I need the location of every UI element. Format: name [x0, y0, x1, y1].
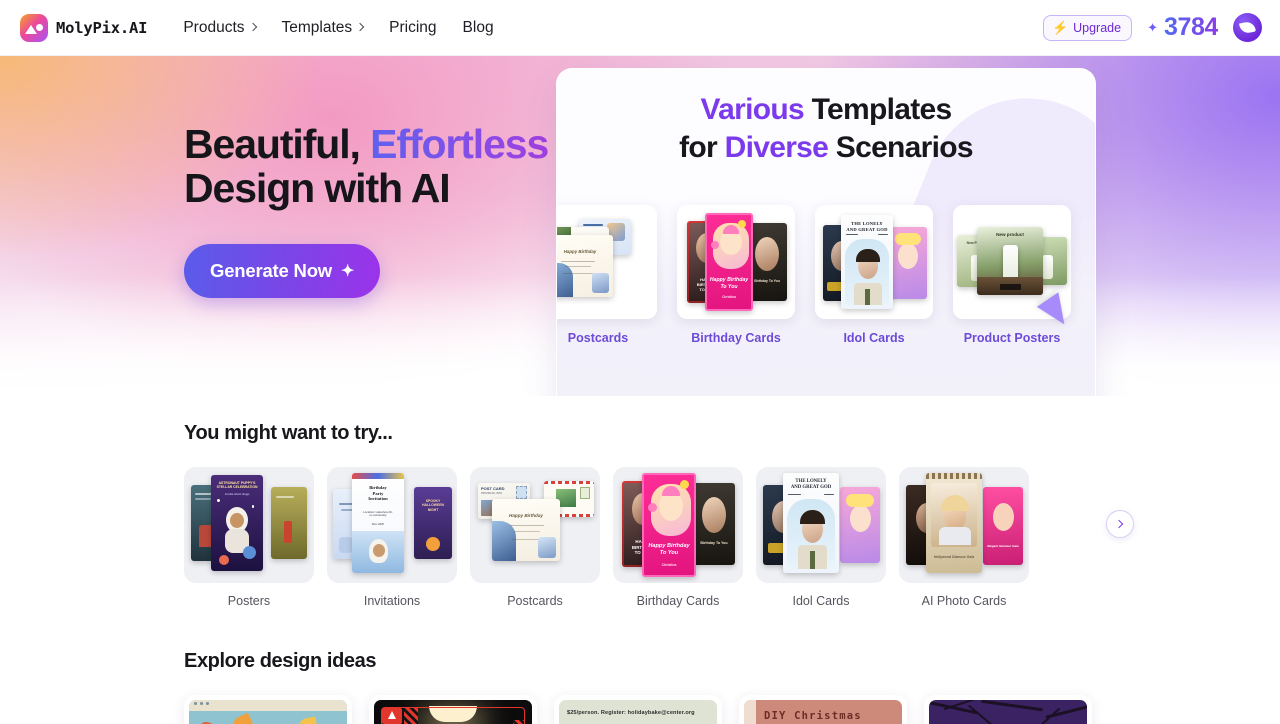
hero-title-part1: Beautiful,: [184, 121, 361, 167]
explore-card-dark-tech[interactable]: [369, 695, 537, 724]
brand-name: MolyPix.AI: [56, 18, 148, 37]
explore-section: Explore design ideas $25/person. Registe…: [184, 650, 1184, 724]
showcase-title-p1: Templates: [811, 93, 953, 126]
showcase-title-hl1: Various: [700, 93, 812, 126]
try-item-label: Posters: [227, 594, 271, 608]
nav-label: Templates: [281, 18, 353, 36]
showcase-title-p3: Scenarios: [835, 131, 974, 165]
cta-label: Generate Now: [210, 259, 332, 281]
user-avatar-icon[interactable]: [1233, 13, 1262, 42]
explore-card-holiday-bake[interactable]: $25/person. Register: holidaybake@center…: [554, 695, 722, 724]
hero-title-part2: Design with AI: [184, 165, 451, 212]
page-root: MolyPix.AI Products Templates Pricing Bl…: [0, 0, 1280, 724]
showcase-card-label: Postcards: [567, 331, 629, 345]
try-section-title: You might want to try...: [184, 422, 393, 444]
image-gallery-icon: [20, 13, 48, 42]
hero-copy: Beautiful, Effortless Design with AI Gen…: [184, 122, 564, 298]
showcase-title-p2: for: [679, 131, 725, 165]
template-thumbnail[interactable]: Happy Birthday: [557, 205, 657, 319]
generate-now-button[interactable]: Generate Now ✦: [184, 243, 381, 298]
hero-title-highlight: Effortless: [359, 121, 549, 167]
showcase-card-postcards[interactable]: Happy Birthday Postcards: [557, 205, 657, 345]
try-item-idol[interactable]: THE LONELY AND GREAT GOD Idol Cards: [756, 467, 886, 608]
nav-item-pricing[interactable]: Pricing: [389, 19, 436, 37]
template-thumbnail[interactable]: POST CARD PROVINCIAL INFO Happy Birthday: [470, 467, 600, 583]
card-artwork: DIY Christmas Tree Ornament: [744, 700, 902, 724]
site-header: MolyPix.AI Products Templates Pricing Bl…: [0, 0, 1280, 56]
card-artwork: [929, 700, 1087, 724]
template-thumbnail[interactable]: HAPPYBIRTHDAYTO YOU Birthday To You Happ…: [613, 467, 743, 583]
try-item-label: Idol Cards: [792, 594, 850, 608]
explore-card-christmas[interactable]: DIY Christmas Tree Ornament: [739, 695, 907, 724]
header-actions: ⚡ Upgrade ✦ 3784: [1042, 13, 1262, 42]
template-thumbnail[interactable]: THE LONELY AND GREAT GOD: [756, 467, 886, 583]
showcase-card-birthday[interactable]: HAPPYBIRTHDAYTO YOU Birthday To You Happ…: [677, 205, 795, 345]
card-artwork: $25/person. Register: holidaybake@center…: [559, 700, 717, 724]
template-thumbnail[interactable]: THE LONELY AND GREAT GOD: [815, 205, 933, 319]
nav-label: Products: [183, 18, 245, 36]
template-thumbnail[interactable]: ASTRONAUT PUPPY'S STELLAR CELEBRATION A m…: [184, 467, 314, 583]
chevron-right-icon: [248, 22, 257, 32]
card-artwork: [189, 700, 347, 724]
nav-item-blog[interactable]: Blog: [463, 19, 494, 37]
main-nav: Products Templates Pricing Blog: [183, 19, 493, 37]
try-item-birthday[interactable]: HAPPYBIRTHDAYTO YOU Birthday To You Happ…: [613, 467, 743, 608]
showcase-card-label: Product Posters: [963, 331, 1061, 345]
hero-title: Beautiful, Effortless Design with AI: [184, 122, 564, 211]
chevron-right-icon: [1114, 519, 1124, 529]
chevron-right-icon: [355, 22, 365, 32]
template-thumbnail[interactable]: SPOOKY HALLOWEEN NIGHT Birthday Party Invita…: [327, 467, 457, 583]
try-item-label: Birthday Cards: [636, 594, 720, 608]
card-caption: DIY Christmas Tree Ornament: [764, 710, 862, 724]
nav-item-templates[interactable]: Templates: [281, 18, 365, 37]
showcase-card-label: Birthday Cards: [691, 331, 781, 345]
nav-item-products[interactable]: Products: [183, 18, 257, 37]
explore-row: $25/person. Register: holidaybake@center…: [184, 695, 1184, 724]
showcase-card-label: Idol Cards: [843, 331, 905, 345]
upgrade-label: Upgrade: [1073, 20, 1122, 35]
explore-card-halloween[interactable]: [924, 695, 1092, 724]
showcase-title: Various Templates for Diverse Scenarios: [557, 69, 1095, 168]
try-item-label: Postcards: [507, 594, 563, 608]
showcase-title-hl2: Diverse: [724, 131, 836, 165]
try-item-label: Invitations: [363, 594, 421, 608]
card-artwork: [374, 700, 532, 724]
showcase-card-idol[interactable]: THE LONELY AND GREAT GOD Idol Cards: [815, 205, 933, 345]
brand-logo[interactable]: MolyPix.AI: [20, 13, 148, 42]
sparkle-icon: ✦: [341, 262, 355, 280]
showcase-carousel: Happy Birthday Postcards TO Birthday To …: [557, 205, 1071, 345]
hero-section: Beautiful, Effortless Design with AI Gen…: [0, 56, 1280, 396]
credits-counter[interactable]: ✦ 3784: [1147, 13, 1218, 42]
credits-value: 3784: [1163, 13, 1218, 41]
try-item-ai-photo[interactable]: Elegant Glamour Gala Hollywood Glamour G…: [899, 467, 1029, 608]
card-caption: $25/person. Register: holidaybake@center…: [567, 710, 695, 716]
nav-label: Pricing: [389, 18, 437, 36]
nav-label: Blog: [462, 18, 494, 36]
carousel-next-button[interactable]: [1106, 510, 1134, 538]
try-item-label: AI Photo Cards: [921, 594, 1007, 608]
try-row: ASTRONAUT PUPPY'S STELLAR CELEBRATION A m…: [184, 467, 1184, 608]
sparkle-icon: ✦: [1147, 20, 1158, 35]
upgrade-button[interactable]: ⚡ Upgrade: [1042, 14, 1133, 41]
try-item-invitations[interactable]: SPOOKY HALLOWEEN NIGHT Birthday Party Invita…: [327, 467, 457, 608]
try-item-postcards[interactable]: POST CARD PROVINCIAL INFO Happy Birthday: [470, 467, 600, 608]
explore-section-title: Explore design ideas: [184, 650, 377, 672]
try-item-posters[interactable]: ASTRONAUT PUPPY'S STELLAR CELEBRATION A m…: [184, 467, 314, 608]
template-thumbnail[interactable]: Elegant Glamour Gala Hollywood Glamour G…: [899, 467, 1029, 583]
explore-card-autumn[interactable]: [184, 695, 352, 724]
try-section: You might want to try... ASTRONAUT PUPPY…: [184, 422, 1184, 608]
lightning-bolt-icon: ⚡: [1051, 20, 1069, 35]
template-thumbnail[interactable]: HAPPYBIRTHDAYTO YOU Birthday To You Happ…: [677, 205, 795, 319]
templates-showcase-card: Various Templates for Diverse Scenarios: [556, 68, 1096, 396]
